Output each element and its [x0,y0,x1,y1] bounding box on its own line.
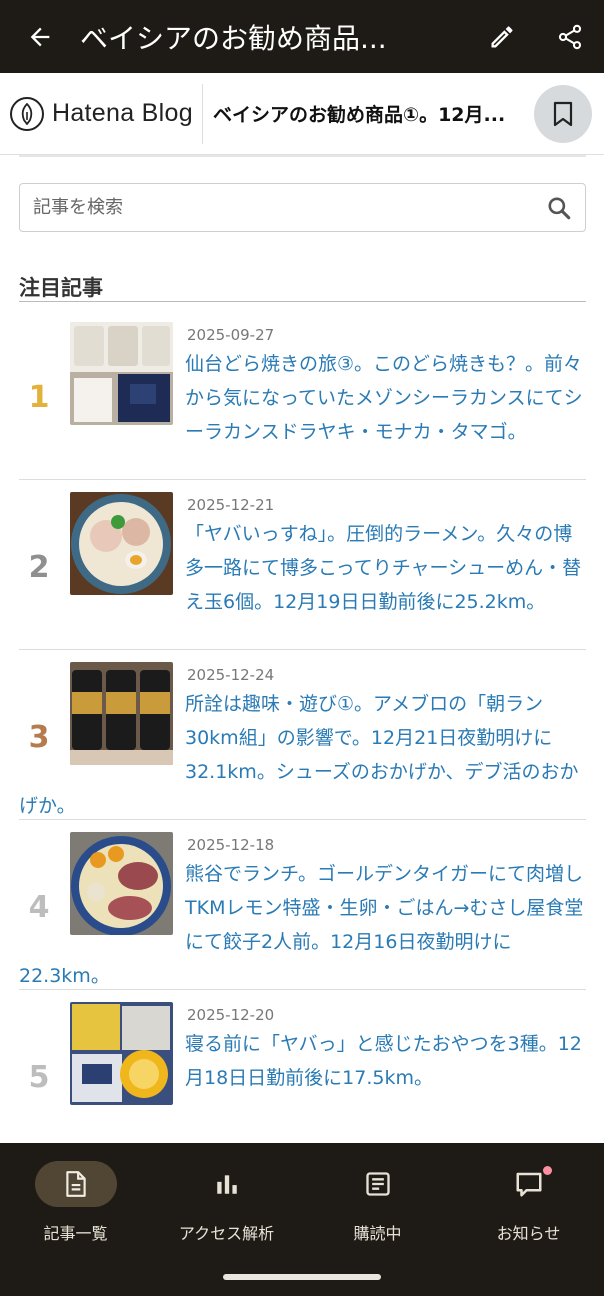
article-item[interactable]: 2 2025-12-21 「ヤバいっすね」。圧倒的ラーメン。久々の博多一路にて博… [19,480,586,650]
featured-articles: 1 2025-09-27 仙台どら焼きの旅③。このどら焼きも？。前々から気になっ… [19,310,586,1160]
message-icon [516,1172,541,1197]
document-icon [65,1171,86,1197]
hatena-blog-logo[interactable]: Hatena Blog [0,83,203,144]
share-button[interactable] [536,0,604,73]
article-title-link[interactable]: 仙台どら焼きの旅③。このどら焼きも？。前々から気になっていたメゾンシーラカンスに… [185,353,583,443]
article-item[interactable]: 1 2025-09-27 仙台どら焼きの旅③。このどら焼きも？。前々から気になっ… [19,310,586,480]
nav-access-analysis[interactable]: アクセス解析 [151,1143,302,1253]
bookmark-button[interactable] [534,84,592,143]
blog-header: Hatena Blog ベイシアのお勧め商品①。12月... [0,73,604,155]
search-box[interactable] [19,183,586,232]
article-item[interactable]: 3 2025-12-24 所詮は趣味・遊び①。アメブロの「朝ラン30km組」の影… [19,650,586,820]
arrow-left-icon [30,27,50,46]
share-icon [558,24,582,49]
notification-dot [542,1166,552,1175]
nav-label: アクセス解析 [178,1224,275,1243]
article-title-link[interactable]: 寝る前に「ヤバっ」と感じたおやつを3種。12月18日日勤前後に17.5km。 [185,1033,582,1089]
article-item[interactable]: 5 2025-12-20 寝る前に「ヤバっ」と感じたおやつを3種。12月18日日… [19,990,586,1160]
search-icon[interactable] [533,184,585,231]
hatena-pen-icon [10,96,44,131]
nav-label: 記事一覧 [43,1224,108,1243]
home-indicator[interactable] [223,1274,381,1280]
nav-subscriptions[interactable]: 購読中 [302,1143,453,1253]
nav-notifications[interactable]: お知らせ [453,1143,604,1253]
section-divider [19,301,586,302]
reader-icon [365,1172,390,1196]
divider [19,155,586,157]
article-item[interactable]: 4 2025-12-18 熊谷でランチ。ゴールデンタイガーにて肉増しTKMレモン… [19,820,586,990]
logo-text: Hatena Blog [52,99,193,127]
top-app-bar: ベイシアのお勧め商品... [0,0,604,73]
app-bar-title: ベイシアのお勧め商品... [80,21,387,55]
nav-article-list[interactable]: 記事一覧 [0,1143,151,1253]
back-button[interactable] [0,0,80,73]
article-title-link[interactable]: 「ヤバいっすね」。圧倒的ラーメン。久々の博多一路にて博多こってりチャーシューめん… [185,523,581,613]
pencil-icon [491,25,513,47]
bar-chart-icon [216,1175,237,1194]
section-title: 注目記事 [19,276,103,300]
bookmark-icon [553,101,573,126]
post-title[interactable]: ベイシアのお勧め商品①。12月... [203,100,520,127]
edit-button[interactable] [468,0,536,73]
nav-label: 購読中 [353,1224,402,1243]
nav-label: お知らせ [496,1224,561,1243]
search-input[interactable] [20,197,533,218]
